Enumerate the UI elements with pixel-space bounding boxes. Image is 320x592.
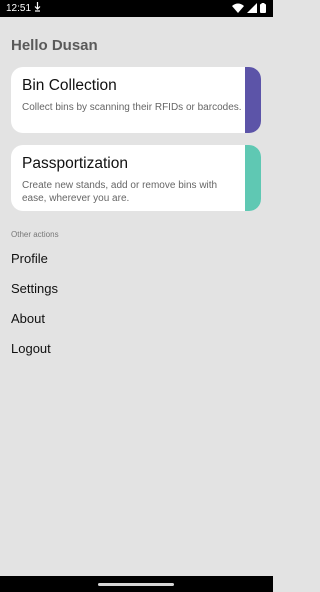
status-icons bbox=[232, 3, 266, 13]
other-actions-label: Other actions bbox=[11, 230, 59, 239]
passportization-accent bbox=[245, 145, 261, 211]
bin-collection-description: Collect bins by scanning their RFIDs or … bbox=[22, 102, 242, 113]
passportization-card[interactable]: Passportization Create new stands, add o… bbox=[11, 145, 261, 211]
logout-action[interactable]: Logout bbox=[11, 341, 51, 356]
greeting-title: Hello Dusan bbox=[11, 37, 98, 54]
status-bar: 12:51 bbox=[0, 0, 273, 17]
download-icon bbox=[34, 2, 41, 15]
battery-icon bbox=[260, 3, 266, 13]
passportization-title: Passportization bbox=[22, 155, 128, 172]
cell-signal-icon bbox=[247, 3, 257, 13]
bin-collection-title: Bin Collection bbox=[22, 77, 117, 94]
status-time: 12:51 bbox=[6, 3, 32, 14]
settings-action[interactable]: Settings bbox=[11, 281, 58, 296]
bin-collection-accent bbox=[245, 67, 261, 133]
bin-collection-card[interactable]: Bin Collection Collect bins by scanning … bbox=[11, 67, 261, 133]
navigation-bar bbox=[0, 576, 273, 592]
about-action[interactable]: About bbox=[11, 311, 45, 326]
home-gesture-handle[interactable] bbox=[98, 583, 174, 586]
wifi-icon bbox=[232, 3, 244, 13]
profile-action[interactable]: Profile bbox=[11, 251, 48, 266]
passportization-description: Create new stands, add or remove bins wi… bbox=[22, 180, 218, 204]
